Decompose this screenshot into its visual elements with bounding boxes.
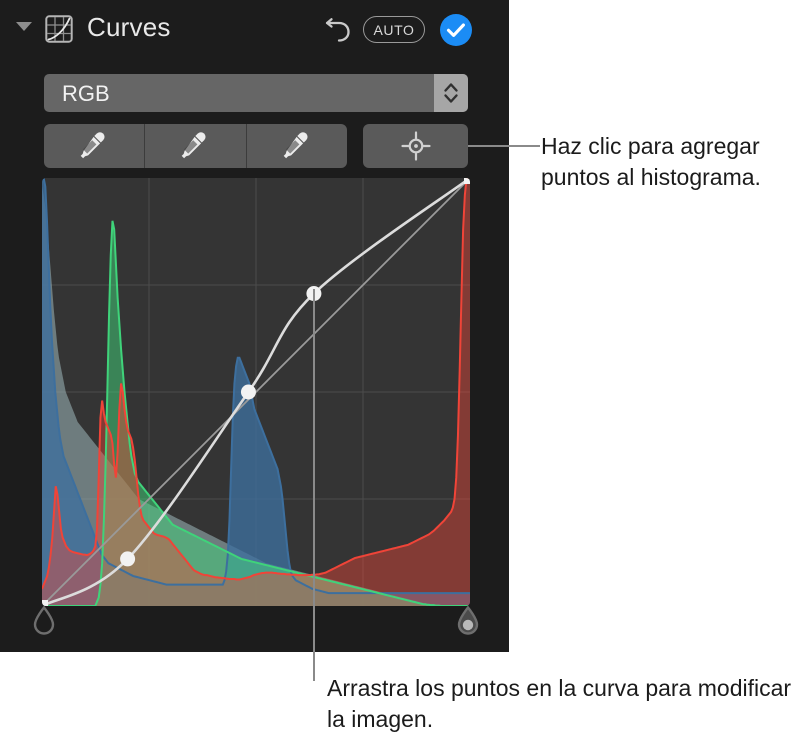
curves-grid-icon [45,15,73,43]
curve-control-point-midtone-point[interactable] [240,384,256,400]
black-point-handle[interactable] [32,605,56,636]
add-points-leader-line [468,145,540,147]
eyedropper-button-group [44,124,347,168]
black-point-eyedropper-button[interactable] [44,124,144,168]
undo-button[interactable] [322,14,354,46]
eyedropper-icon [80,132,105,159]
page-title: Curves [87,12,171,42]
curve-control-point-white-point[interactable] [464,178,470,184]
curve-control-point-shadow-point[interactable] [120,551,136,567]
checkmark-icon [446,23,465,37]
panel-header: Curves AUTO [0,0,509,60]
curves-adjustment-panel: Curves AUTO RGB [0,0,509,652]
apply-checkmark-toggle[interactable] [440,14,472,46]
add-point-tool-button[interactable] [363,124,468,168]
disclosure-triangle-icon[interactable] [16,22,32,31]
channel-stepper-button[interactable] [434,74,468,112]
chevron-up-down-icon [444,83,458,103]
channel-select[interactable]: RGB [44,74,468,112]
drag-points-leader-line [313,289,315,681]
black-point-teardrop-icon [33,605,55,635]
auto-button[interactable]: AUTO [363,16,425,43]
eyedropper-icon [182,132,207,159]
white-point-eyedropper-button[interactable] [245,124,347,168]
undo-icon [325,18,350,42]
crosshair-target-icon [400,131,431,161]
add-points-callout: Haz clic para agregar puntos al histogra… [541,133,761,190]
white-point-handle[interactable] [456,605,480,636]
histogram-plot [42,178,470,606]
histogram-curve-graph[interactable] [42,178,470,606]
white-point-teardrop-icon [457,605,479,635]
gray-point-eyedropper-button[interactable] [144,124,245,168]
channel-select-value: RGB [62,81,110,106]
eyedropper-icon [283,132,308,159]
drag-points-callout: Arrastra los puntos en la curva para mod… [327,675,792,732]
